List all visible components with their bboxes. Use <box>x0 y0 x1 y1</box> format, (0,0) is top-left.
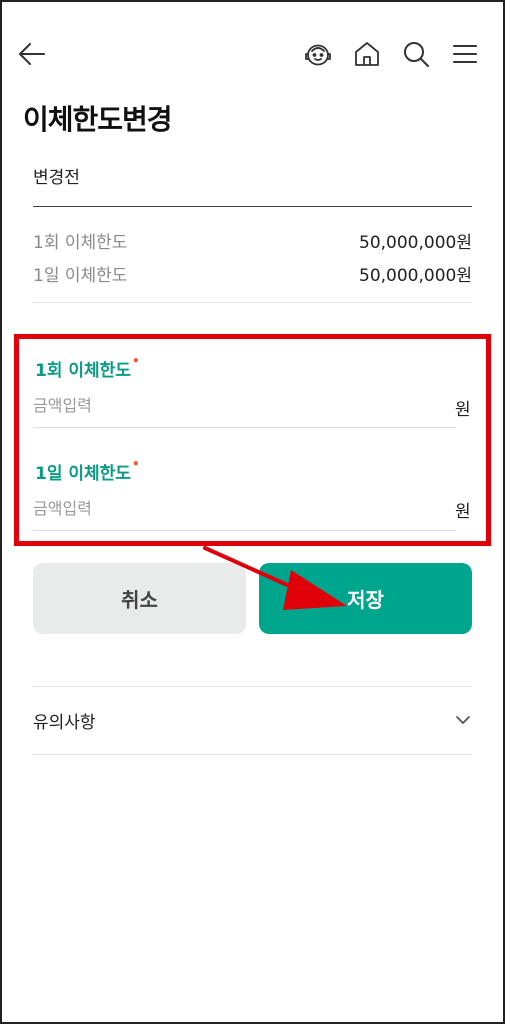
field-label-text: 1회 이체한도 <box>35 361 131 381</box>
back-button[interactable] <box>14 36 50 72</box>
current-limit-row: 1회 이체한도 50,000,000원 <box>33 228 472 253</box>
daily-transfer-limit-input[interactable] <box>33 493 453 523</box>
field-label-text: 1일 이체한도 <box>35 464 131 484</box>
divider <box>33 302 472 303</box>
top-app-bar <box>0 36 505 76</box>
currency-unit: 원 <box>455 502 471 522</box>
input-underline <box>33 427 456 428</box>
save-button[interactable]: 저장 <box>259 563 472 634</box>
current-limit-label: 1회 이체한도 <box>33 233 128 253</box>
required-mark: • <box>131 457 140 471</box>
current-limit-value: 50,000,000원 <box>359 233 472 253</box>
search-icon <box>404 42 429 67</box>
per-transfer-limit-label: 1회 이체한도• <box>35 354 140 381</box>
divider <box>33 206 472 207</box>
page-title: 이체한도변경 <box>23 103 173 136</box>
search-button[interactable] <box>398 36 434 72</box>
daily-transfer-limit-label: 1일 이체한도• <box>35 457 140 484</box>
chatbot-button[interactable] <box>300 36 336 72</box>
divider <box>33 754 472 755</box>
chatbot-icon <box>305 44 331 66</box>
required-mark: • <box>131 354 140 368</box>
menu-button[interactable] <box>447 36 483 72</box>
menu-icon <box>453 45 477 63</box>
per-transfer-limit-input[interactable] <box>33 390 453 420</box>
notice-label: 유의사항 <box>33 712 96 733</box>
input-underline <box>33 530 456 531</box>
home-button[interactable] <box>349 36 385 72</box>
current-limit-label: 1일 이체한도 <box>33 266 128 286</box>
current-limit-row: 1일 이체한도 50,000,000원 <box>33 261 472 286</box>
arrow-left-icon <box>19 43 45 65</box>
home-icon <box>355 42 379 66</box>
current-limit-value: 50,000,000원 <box>359 266 472 286</box>
cancel-button[interactable]: 취소 <box>33 563 246 634</box>
chevron-down-icon <box>456 716 470 724</box>
currency-unit: 원 <box>455 400 471 420</box>
notice-accordion[interactable]: 유의사항 <box>33 686 472 754</box>
before-change-label: 변경전 <box>33 168 80 188</box>
